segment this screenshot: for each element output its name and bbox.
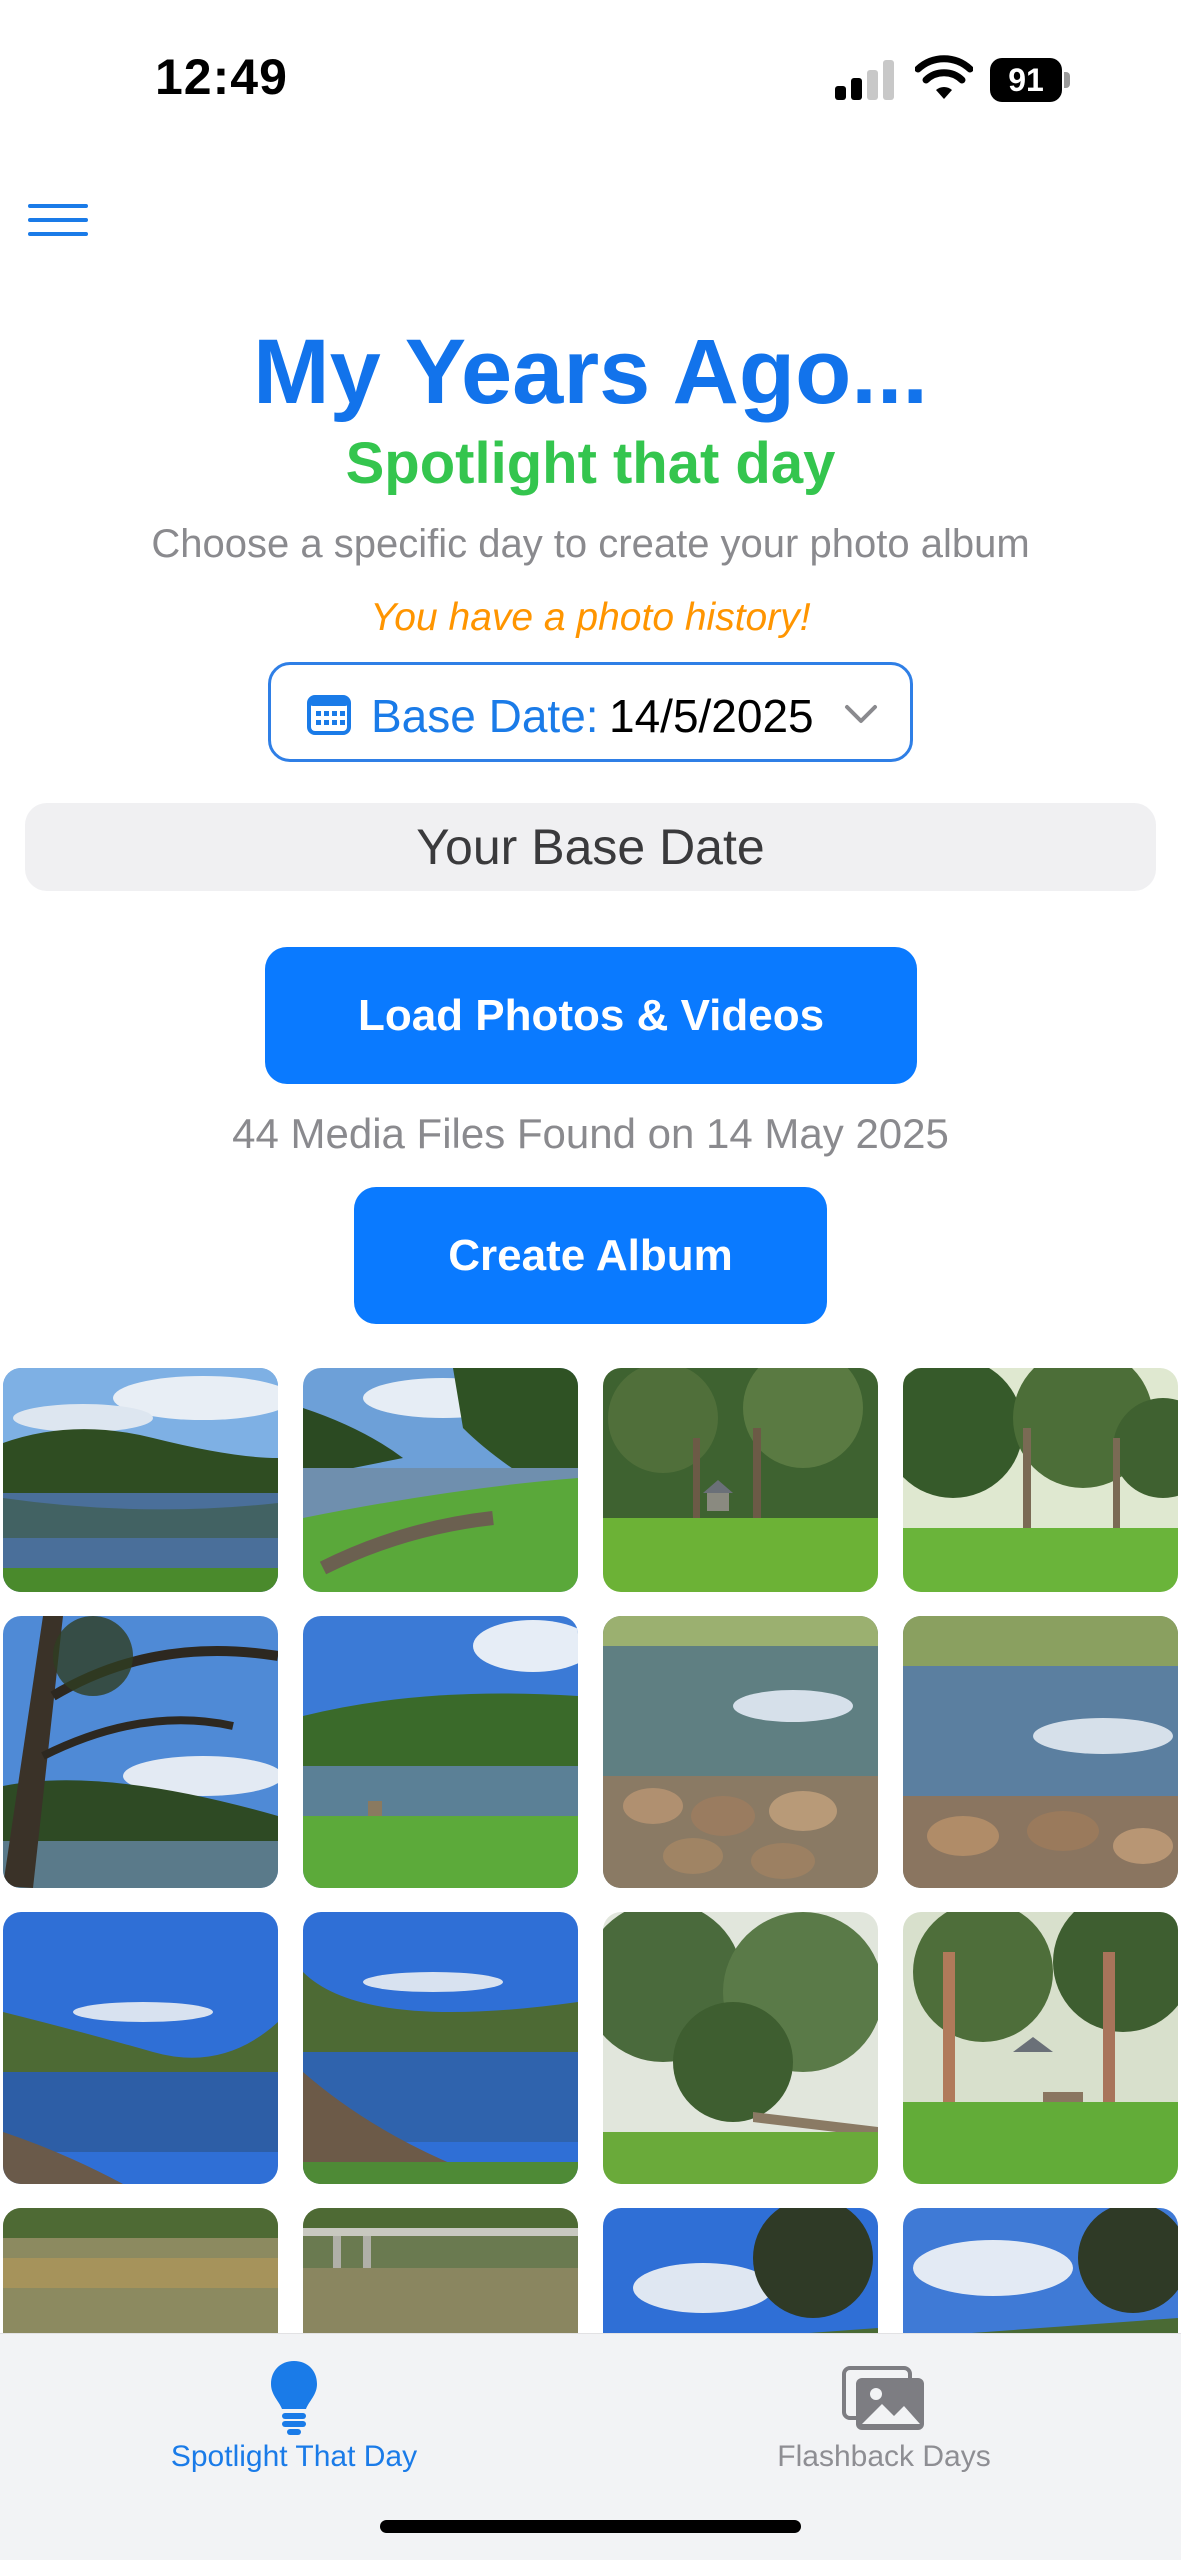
page-title: My Years Ago... <box>253 321 928 423</box>
photo-thumbnail[interactable] <box>3 1912 278 2184</box>
base-date-picker[interactable]: Base Date: 14/5/2025 <box>268 662 913 762</box>
hamburger-menu-icon[interactable] <box>28 200 88 240</box>
base-date-bar: Your Base Date <box>25 803 1156 891</box>
lightbulb-icon <box>271 2361 317 2435</box>
battery-icon: 91 <box>990 58 1070 102</box>
date-label: Base Date: <box>371 690 599 742</box>
photo-thumbnail[interactable] <box>603 2208 878 2333</box>
photo-thumbnail[interactable] <box>303 1912 578 2184</box>
photo-thumbnail[interactable] <box>3 1368 278 1592</box>
tab-flashback-days[interactable]: Flashback Days <box>684 2344 1084 2494</box>
tab-label: Flashback Days <box>777 2440 991 2473</box>
photo-grid <box>0 1368 1181 2333</box>
date-value: 14/5/2025 <box>609 690 814 742</box>
create-album-button[interactable]: Create Album <box>354 1187 827 1324</box>
load-photos-button[interactable]: Load Photos & Videos <box>265 947 917 1084</box>
home-indicator[interactable] <box>380 2520 801 2533</box>
photo-thumbnail[interactable] <box>603 1368 878 1592</box>
page-subtitle: Spotlight that day <box>345 431 836 496</box>
tab-label: Spotlight That Day <box>170 2440 418 2473</box>
photo-thumbnail[interactable] <box>603 1616 878 1888</box>
photo-thumbnail[interactable] <box>903 1368 1178 1592</box>
cellular-signal-icon <box>835 60 897 100</box>
media-count-text: 44 Media Files Found on 14 May 2025 <box>232 1110 949 1157</box>
photo-thumbnail[interactable] <box>303 1616 578 1888</box>
photo-thumbnail[interactable] <box>903 1912 1178 2184</box>
photo-thumbnail[interactable] <box>303 2208 578 2333</box>
status-bar: 12:49 91 <box>0 0 1181 150</box>
photo-stack-icon <box>842 2366 924 2430</box>
description-text: Choose a specific day to create your pho… <box>151 522 1030 566</box>
calendar-icon <box>307 695 351 735</box>
chevron-down-icon <box>845 705 877 723</box>
photo-thumbnail[interactable] <box>3 1616 278 1888</box>
photo-thumbnail[interactable] <box>303 1368 578 1592</box>
photo-thumbnail[interactable] <box>3 2208 278 2333</box>
status-time: 12:49 <box>155 49 288 105</box>
tab-spotlight-that-day[interactable]: Spotlight That Day <box>94 2344 494 2494</box>
history-note: You have a photo history! <box>370 596 811 639</box>
photo-thumbnail[interactable] <box>903 1616 1178 1888</box>
photo-thumbnail[interactable] <box>603 1912 878 2184</box>
battery-level: 91 <box>990 58 1062 102</box>
photo-thumbnail[interactable] <box>903 2208 1178 2333</box>
wifi-icon <box>915 55 973 99</box>
